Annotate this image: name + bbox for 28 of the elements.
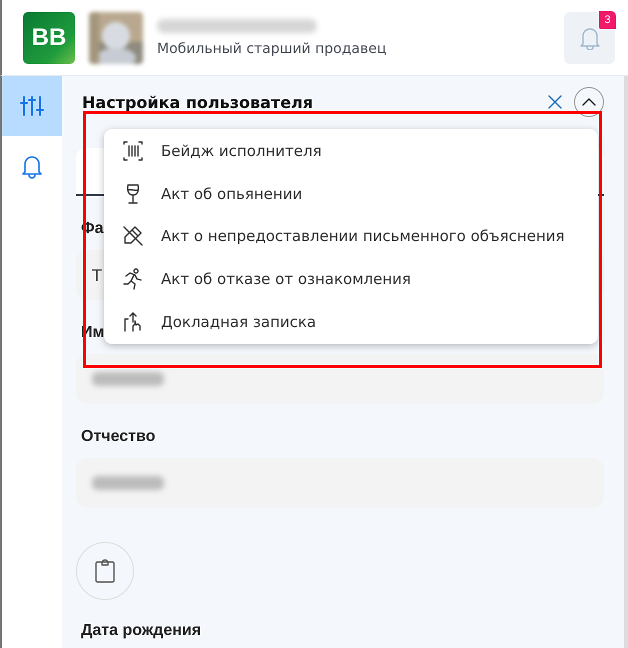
- chevron-icon: [582, 98, 596, 106]
- blurred-value: [92, 476, 164, 490]
- crossed-pencil-icon: [121, 224, 145, 248]
- menu-item[interactable]: Акт о непредоставлении письменного объяснения: [104, 215, 598, 258]
- close-icon: [548, 95, 562, 109]
- bell-icon: [578, 26, 600, 50]
- blurred-value: [92, 372, 164, 386]
- sidebar-item[interactable]: [2, 76, 62, 136]
- user-role: Мобильный старший продавец: [157, 40, 388, 56]
- clipboard-button[interactable]: [76, 542, 134, 600]
- clipboard-icon: [95, 559, 115, 583]
- sliders-icon: [20, 94, 44, 118]
- barcode-icon: [121, 139, 145, 164]
- app-logo: BB: [23, 12, 75, 64]
- notifications-button[interactable]: 3: [564, 12, 615, 64]
- menu-item[interactable]: Акт об опьянении: [104, 172, 598, 216]
- field-label: Отчество: [80, 427, 156, 447]
- notification-count: 3: [599, 10, 616, 28]
- field-label: Дата рождения: [80, 621, 202, 641]
- menu-item[interactable]: Бейдж исполнителя: [104, 130, 598, 173]
- bell-icon: [20, 153, 44, 179]
- input-field[interactable]: [76, 458, 604, 508]
- collapse-button[interactable]: [574, 87, 604, 117]
- panel-title: Настройка пользователя: [81, 92, 314, 112]
- close-button[interactable]: [548, 95, 562, 109]
- input-field[interactable]: [76, 354, 604, 404]
- menu-item[interactable]: Акт об отказе от ознакомления: [104, 258, 598, 300]
- menu-item[interactable]: Докладная записка: [104, 300, 598, 343]
